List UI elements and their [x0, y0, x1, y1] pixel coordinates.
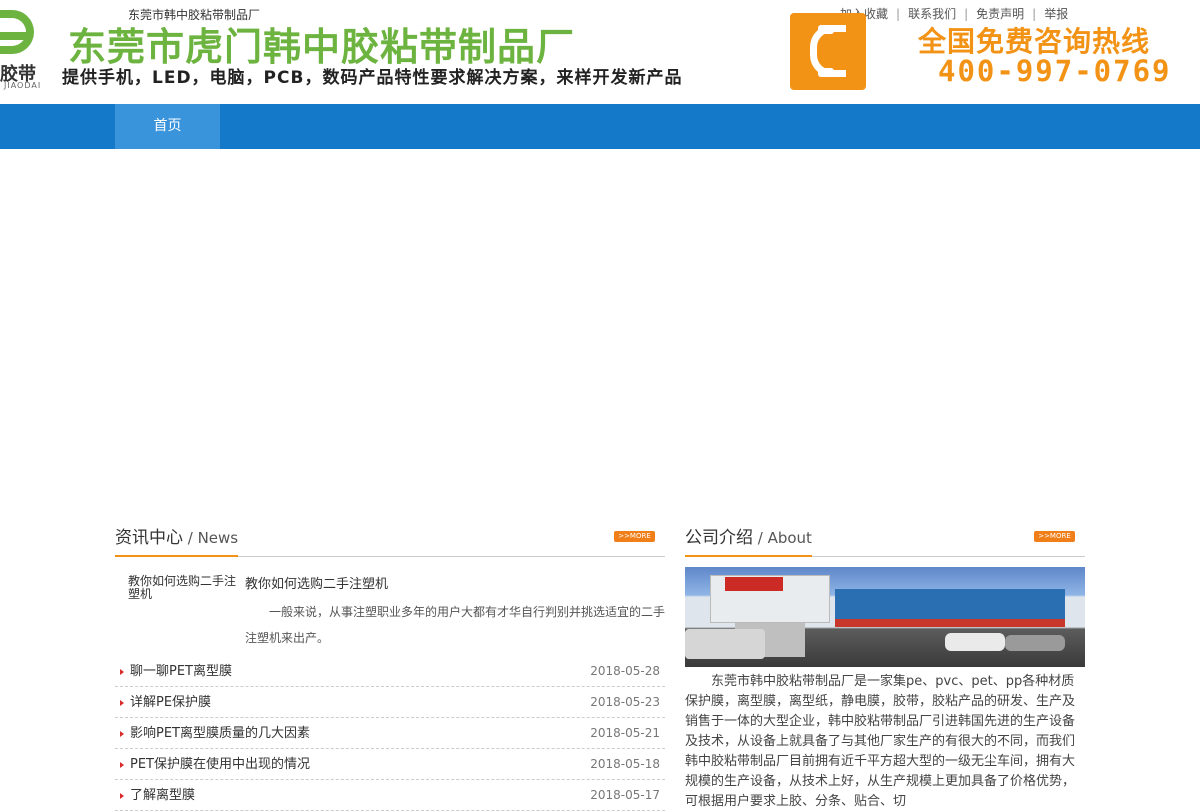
photo-stripe: [835, 619, 1065, 627]
nav-item-home[interactable]: 首页: [115, 104, 220, 149]
logo[interactable]: 胶带 JIAODAI: [0, 10, 40, 90]
photo-car: [945, 633, 1005, 651]
about-section: 公司介绍 / About >>MORE 东莞市韩中胶粘带制品厂是一家集pe、pv…: [685, 525, 1085, 809]
logo-subtext: JIAODAI: [4, 81, 42, 90]
link-separator: |: [1032, 7, 1037, 21]
about-title-cn: 公司介绍: [685, 528, 753, 548]
phone-icon: [790, 13, 866, 90]
news-title-cn: 资讯中心: [115, 528, 183, 548]
link-separator: |: [896, 7, 901, 21]
featured-news: 教你如何选购二手注塑机 教你如何选购二手注塑机 一般来说，从事注塑职业多年的用户…: [115, 557, 665, 655]
bullet-icon: [120, 669, 124, 675]
featured-thumbnail[interactable]: 教你如何选购二手注塑机: [128, 575, 238, 601]
list-item[interactable]: 详解PE保护膜 2018-05-23: [115, 687, 665, 718]
about-title: 公司介绍 / About: [685, 525, 812, 557]
news-title-en: / News: [183, 529, 239, 547]
disclaimer-link[interactable]: 免责声明: [976, 7, 1024, 21]
news-item-title[interactable]: 了解离型膜: [130, 780, 195, 811]
about-more-button[interactable]: >>MORE: [1034, 531, 1075, 542]
link-separator: |: [964, 7, 969, 21]
list-item[interactable]: 了解离型膜 2018-05-17: [115, 780, 665, 811]
contact-us-link[interactable]: 联系我们: [908, 7, 956, 21]
bullet-icon: [120, 762, 124, 768]
bullet-icon: [120, 793, 124, 799]
news-item-date: 2018-05-28: [590, 664, 660, 678]
report-link[interactable]: 举报: [1044, 7, 1068, 21]
news-item-date: 2018-05-18: [590, 757, 660, 771]
bullet-icon: [120, 700, 124, 706]
news-item-title[interactable]: PET保护膜在使用中出现的情况: [130, 749, 310, 780]
featured-description: 一般来说，从事注塑职业多年的用户大都有才华自行判别并挑选适宜的二手注塑机来出产。: [245, 605, 666, 645]
featured-title[interactable]: 教你如何选购二手注塑机: [245, 573, 388, 592]
news-item-date: 2018-05-21: [590, 726, 660, 740]
about-header: 公司介绍 / About >>MORE: [685, 525, 1085, 557]
banner-area: [0, 149, 1200, 514]
hotline-number[interactable]: 400-997-0769: [938, 54, 1172, 88]
bullet-icon: [120, 731, 124, 737]
list-item[interactable]: 聊一聊PET离型膜 2018-05-28: [115, 656, 665, 687]
about-text: 东莞市韩中胶粘带制品厂是一家集pe、pvc、pet、pp各种材质保护膜，离型膜，…: [685, 674, 1076, 809]
news-list: 聊一聊PET离型膜 2018-05-28 详解PE保护膜 2018-05-23 影响…: [115, 656, 665, 811]
about-title-en: / About: [753, 529, 812, 547]
factory-photo: [685, 567, 1085, 667]
news-item-title[interactable]: 详解PE保护膜: [130, 687, 211, 718]
site-slogan: 提供手机，LED，电脑，PCB，数码产品特性要求解决方案，来样开发新产品: [62, 68, 683, 88]
news-item-title[interactable]: 聊一聊PET离型膜: [130, 656, 232, 687]
news-section: 资讯中心 / News >>MORE 教你如何选购二手注塑机 教你如何选购二手注…: [115, 525, 665, 811]
logo-mark-bar: [0, 32, 26, 40]
site-header: 胶带 JIAODAI 东莞市韩中胶粘带制品厂 东莞市虎门韩中胶粘带制品厂 提供手…: [0, 0, 1200, 104]
news-item-date: 2018-05-23: [590, 695, 660, 709]
news-item-title[interactable]: 影响PET离型膜质量的几大因素: [130, 718, 310, 749]
news-title: 资讯中心 / News: [115, 525, 239, 557]
list-item[interactable]: PET保护膜在使用中出现的情况 2018-05-18: [115, 749, 665, 780]
list-item[interactable]: 影响PET离型膜质量的几大因素 2018-05-21: [115, 718, 665, 749]
handset-cap-top: [818, 25, 834, 34]
news-header: 资讯中心 / News >>MORE: [115, 525, 665, 557]
photo-sign: [725, 577, 783, 591]
photo-car: [1005, 635, 1065, 651]
news-more-button[interactable]: >>MORE: [614, 531, 655, 542]
main-nav: 首页: [0, 104, 1200, 149]
photo-van: [685, 629, 765, 659]
news-item-date: 2018-05-17: [590, 788, 660, 802]
handset-cap-bottom: [818, 68, 834, 77]
